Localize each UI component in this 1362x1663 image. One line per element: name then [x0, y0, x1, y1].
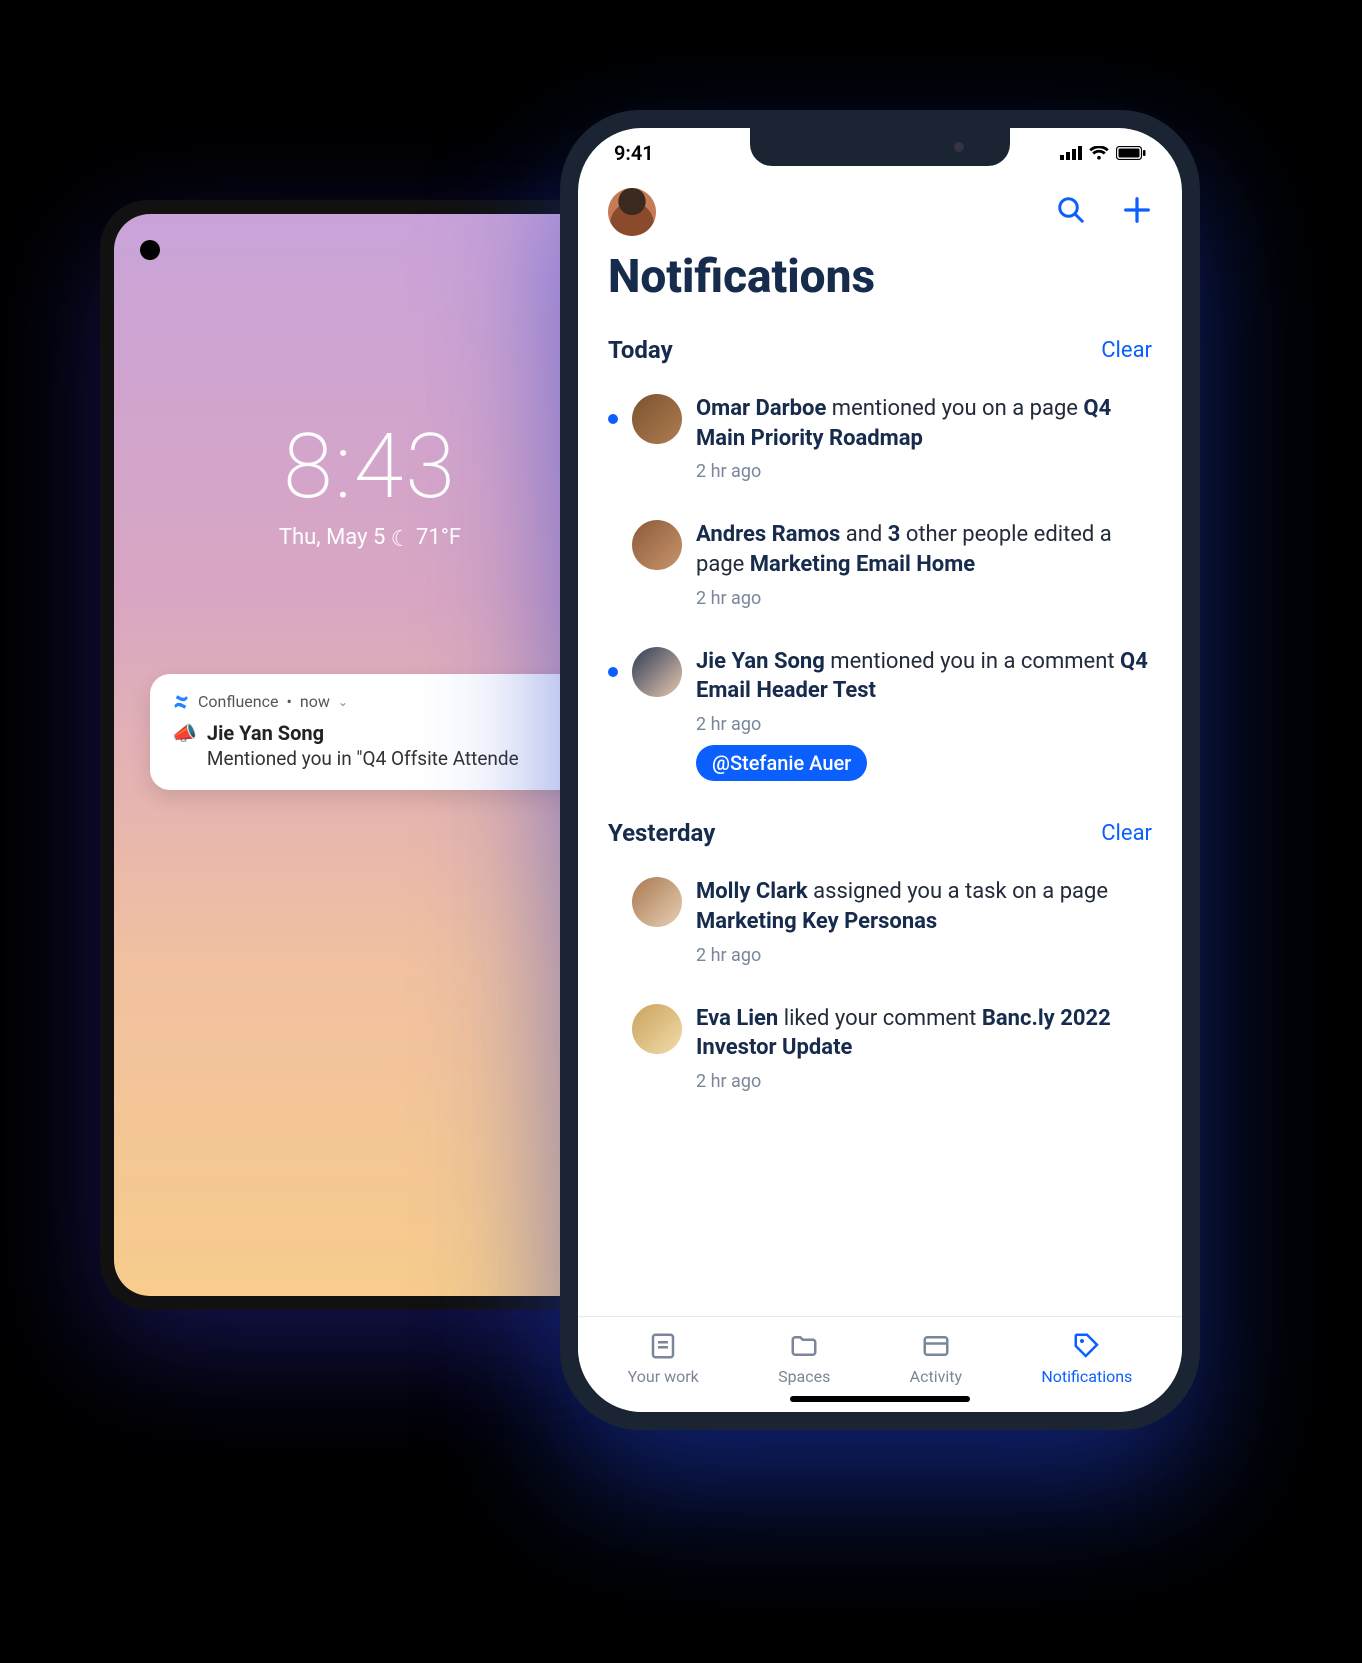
ios-status-time: 9:41 — [614, 141, 654, 165]
android-notification-body: 📣 Jie Yan Song Mentioned you in "Q4 Offs… — [172, 721, 594, 770]
notification-text: Eva Lien liked your comment Banc.ly 2022… — [696, 1004, 1152, 1063]
notification-item[interactable]: Andres Ramos and 3 other people edited a… — [608, 506, 1152, 632]
action-text: mentioned you in a comment — [825, 649, 1120, 674]
android-temp: 71°F — [416, 525, 461, 550]
section-title: Today — [608, 336, 673, 364]
actor-name: Jie Yan Song — [696, 649, 825, 674]
clear-button[interactable]: Clear — [1101, 338, 1152, 363]
section-title: Yesterday — [608, 819, 715, 847]
actor-avatar — [632, 877, 682, 927]
iphone-screen: 9:41 — [578, 128, 1182, 1412]
confluence-icon — [172, 693, 190, 711]
android-date-row: Thu, May 5 ☾ 71°F — [114, 525, 626, 550]
page-title: Notifications — [578, 240, 1182, 322]
action-text: mentioned you on a page — [826, 396, 1083, 421]
tab-activity[interactable]: Activity — [910, 1331, 962, 1386]
actor-name: Omar Darboe — [696, 396, 826, 421]
iphone-frame: 9:41 — [560, 110, 1200, 1430]
android-date: Thu, May 5 — [279, 525, 385, 550]
action-text: liked your comment — [778, 1006, 982, 1031]
action-text: and — [840, 522, 887, 547]
notification-time: 2 hr ago — [696, 461, 1152, 482]
android-phone-frame: 8:43 Thu, May 5 ☾ 71°F Confluence • now … — [100, 200, 640, 1310]
notification-item[interactable]: Eva Lien liked your comment Banc.ly 2022… — [608, 990, 1152, 1102]
notification-time: 2 hr ago — [696, 1071, 1152, 1092]
actor-avatar — [632, 1004, 682, 1054]
megaphone-icon: 📣 — [172, 723, 197, 743]
android-notification-sender: Jie Yan Song — [207, 721, 519, 745]
actor-avatar — [632, 520, 682, 570]
notification-time: 2 hr ago — [696, 714, 1152, 735]
actor-name: Eva Lien — [696, 1006, 778, 1031]
notification-text: Molly Clark assigned you a task on a pag… — [696, 877, 1152, 936]
target-name: Marketing Key Personas — [696, 909, 937, 934]
target-name: Marketing Email Home — [750, 552, 975, 577]
battery-icon — [1116, 141, 1146, 165]
notifications-scroll-area[interactable]: Today Clear Omar Darboe mentioned you on… — [578, 322, 1182, 1316]
cellular-signal-icon — [1060, 141, 1082, 165]
notification-time: 2 hr ago — [696, 945, 1152, 966]
notification-text: Omar Darboe mentioned you on a page Q4 M… — [696, 394, 1152, 453]
search-icon — [1056, 195, 1086, 225]
create-button[interactable] — [1122, 195, 1152, 229]
android-camera-cutout — [140, 240, 160, 260]
tab-label: Spaces — [778, 1367, 830, 1386]
android-clock-block: 8:43 Thu, May 5 ☾ 71°F — [114, 414, 626, 550]
tab-label: Notifications — [1041, 1367, 1132, 1386]
actor-name: Andres Ramos — [696, 522, 840, 547]
plus-icon — [1122, 195, 1152, 225]
notification-item[interactable]: Jie Yan Song mentioned you in a comment … — [608, 633, 1152, 805]
android-notification-when: now — [300, 692, 330, 711]
actor-avatar — [632, 647, 682, 697]
action-text: assigned you a task on a page — [808, 879, 1108, 904]
chevron-down-icon[interactable]: ⌄ — [338, 695, 348, 709]
actor-avatar — [632, 394, 682, 444]
unread-dot-icon — [608, 414, 618, 424]
tab-notifications[interactable]: Notifications — [1041, 1331, 1132, 1386]
tab-spaces[interactable]: Spaces — [778, 1331, 830, 1386]
wifi-icon — [1089, 141, 1109, 165]
android-time: 8:43 — [114, 414, 626, 519]
dot-separator: • — [286, 692, 291, 711]
count-text: 3 — [888, 522, 901, 547]
search-button[interactable] — [1056, 195, 1086, 229]
moon-icon: ☾ — [391, 527, 411, 552]
app-header — [578, 178, 1182, 240]
android-notification-card[interactable]: Confluence • now ⌄ 📣 Jie Yan Song Mentio… — [150, 674, 616, 790]
document-icon — [648, 1331, 678, 1361]
tab-label: Activity — [910, 1367, 962, 1386]
notification-item[interactable]: Omar Darboe mentioned you on a page Q4 M… — [608, 380, 1152, 506]
notification-text: Jie Yan Song mentioned you in a comment … — [696, 647, 1152, 706]
window-icon — [921, 1331, 951, 1361]
iphone-notch — [750, 128, 1010, 166]
notification-item[interactable]: Molly Clark assigned you a task on a pag… — [608, 863, 1152, 989]
notification-text: Andres Ramos and 3 other people edited a… — [696, 520, 1152, 579]
profile-avatar[interactable] — [608, 188, 656, 236]
mention-pill[interactable]: @Stefanie Auer — [696, 745, 867, 781]
section-header-today: Today Clear — [608, 336, 1152, 364]
unread-dot-icon — [608, 667, 618, 677]
android-notification-message: Mentioned you in "Q4 Offsite Attende — [207, 747, 519, 770]
notification-time: 2 hr ago — [696, 588, 1152, 609]
home-indicator[interactable] — [790, 1396, 970, 1402]
folder-icon — [789, 1331, 819, 1361]
android-lockscreen: 8:43 Thu, May 5 ☾ 71°F Confluence • now … — [114, 214, 626, 1296]
section-header-yesterday: Yesterday Clear — [608, 819, 1152, 847]
tag-icon — [1072, 1331, 1102, 1361]
clear-button[interactable]: Clear — [1101, 821, 1152, 846]
tab-your-work[interactable]: Your work — [628, 1331, 699, 1386]
android-notification-app: Confluence — [198, 692, 278, 711]
tab-label: Your work — [628, 1367, 699, 1386]
actor-name: Molly Clark — [696, 879, 808, 904]
android-notification-header: Confluence • now ⌄ — [172, 692, 594, 711]
